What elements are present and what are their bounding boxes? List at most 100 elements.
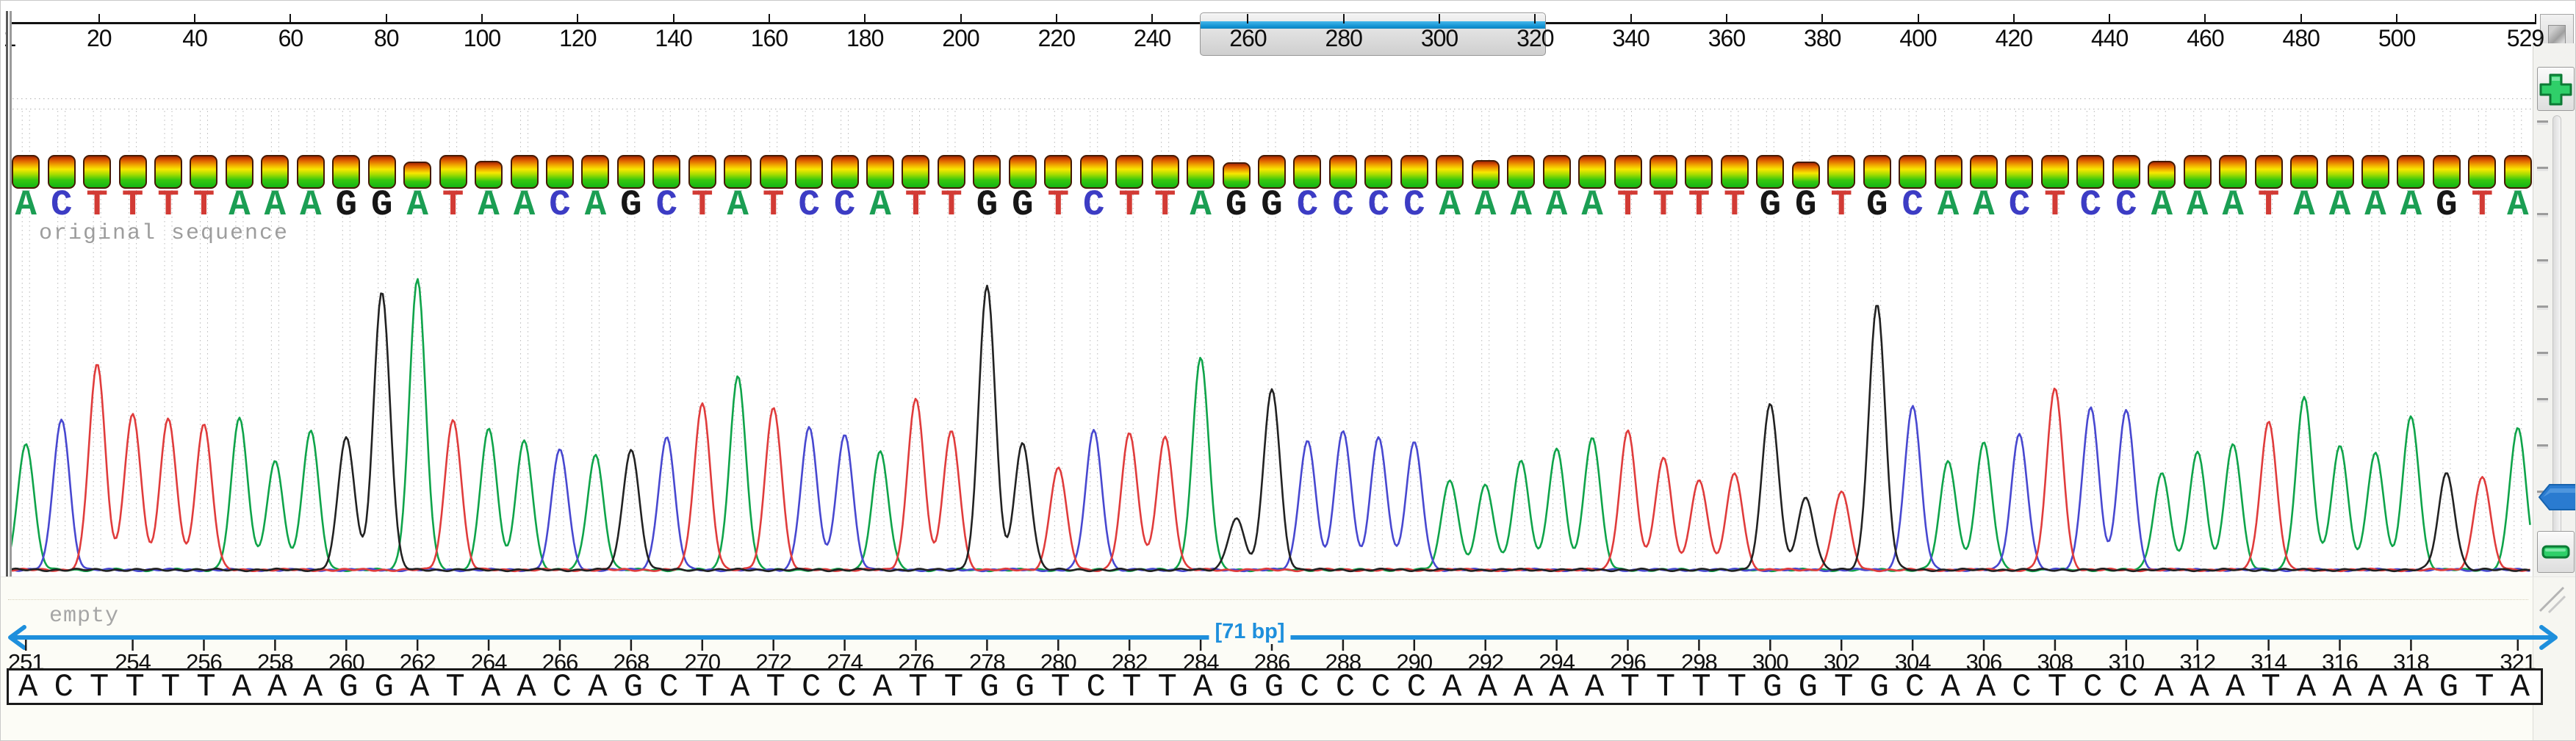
base-letter[interactable]: G <box>2436 187 2457 223</box>
base-letter[interactable]: T <box>2044 187 2065 223</box>
base-letter[interactable]: G <box>1760 187 1781 223</box>
sequence-letter[interactable]: T <box>1051 670 1070 704</box>
sequence-letter[interactable]: C <box>553 670 572 704</box>
sequence-letter[interactable]: C <box>2083 670 2102 704</box>
base-letter[interactable]: A <box>15 187 37 223</box>
sequence-letter[interactable]: T <box>125 670 144 704</box>
sequence-letter[interactable]: T <box>695 670 714 704</box>
base-letter[interactable]: G <box>620 187 641 223</box>
base-letter[interactable]: T <box>442 187 464 223</box>
sequence-letter[interactable]: A <box>1585 670 1604 704</box>
sequence-letter[interactable]: A <box>1940 670 1960 704</box>
sequence-letter[interactable]: A <box>1514 670 1533 704</box>
base-letter[interactable]: A <box>2151 187 2173 223</box>
sequence-letter[interactable]: T <box>161 670 180 704</box>
sequence-letter[interactable]: A <box>18 670 37 704</box>
sequence-letter[interactable]: A <box>1193 670 1212 704</box>
base-letter[interactable]: A <box>478 187 499 223</box>
sequence-letter[interactable]: A <box>2297 670 2316 704</box>
sequence-letter[interactable]: G <box>1763 670 1782 704</box>
base-letter[interactable]: A <box>2222 187 2243 223</box>
sequence-letter[interactable]: C <box>54 670 73 704</box>
sequence-letter[interactable]: T <box>1834 670 1853 704</box>
base-letter[interactable]: A <box>1938 187 1959 223</box>
sequence-letter[interactable]: C <box>802 670 821 704</box>
base-letter[interactable]: C <box>834 187 855 223</box>
base-letter[interactable]: T <box>2472 187 2493 223</box>
sequence-letter[interactable]: T <box>2048 670 2067 704</box>
base-letter[interactable]: C <box>798 187 819 223</box>
zoom-slider-thumb[interactable] <box>2539 482 2576 512</box>
base-letter[interactable]: G <box>1866 187 1888 223</box>
sequence-letter[interactable]: A <box>267 670 287 704</box>
sequence-letter[interactable]: C <box>1087 670 1106 704</box>
sequence-letter[interactable]: G <box>1228 670 1248 704</box>
base-letter[interactable]: T <box>763 187 784 223</box>
base-letter[interactable]: T <box>1688 187 1710 223</box>
base-letter[interactable]: G <box>371 187 392 223</box>
base-letter[interactable]: C <box>1297 187 1318 223</box>
base-letter[interactable]: C <box>2080 187 2101 223</box>
sequence-letter[interactable]: A <box>2154 670 2173 704</box>
base-letter[interactable]: T <box>1154 187 1176 223</box>
sequence-letter[interactable]: A <box>2403 670 2422 704</box>
sequence-letter[interactable]: A <box>730 670 749 704</box>
sequence-letter[interactable]: C <box>1371 670 1390 704</box>
sequence-letter[interactable]: T <box>944 670 963 704</box>
sequence-letter[interactable]: A <box>2332 670 2351 704</box>
base-letter[interactable]: T <box>122 187 143 223</box>
sequence-letter[interactable]: A <box>481 670 500 704</box>
base-letter[interactable]: A <box>2329 187 2350 223</box>
base-letter[interactable]: C <box>1902 187 1923 223</box>
sequence-letter[interactable]: T <box>90 670 109 704</box>
base-letter[interactable]: A <box>1510 187 1531 223</box>
base-letter[interactable]: C <box>1332 187 1353 223</box>
base-letter[interactable]: A <box>869 187 891 223</box>
base-letter[interactable]: A <box>514 187 535 223</box>
sequence-letter[interactable]: T <box>1727 670 1746 704</box>
base-letter[interactable]: A <box>1475 187 1496 223</box>
sequence-letter[interactable]: G <box>1799 670 1818 704</box>
sequence-letter[interactable]: C <box>1407 670 1426 704</box>
zoom-out-button[interactable] <box>2537 531 2575 573</box>
base-letter[interactable]: A <box>2507 187 2528 223</box>
sequence-letter[interactable]: T <box>2261 670 2280 704</box>
sequence-letter[interactable]: C <box>1336 670 1355 704</box>
sequence-letter[interactable]: T <box>908 670 927 704</box>
sequence-letter[interactable]: G <box>1264 670 1284 704</box>
sequence-letter[interactable]: T <box>1620 670 1639 704</box>
base-letter[interactable]: A <box>1581 187 1602 223</box>
sequence-letter[interactable]: G <box>624 670 643 704</box>
zoom-in-button[interactable] <box>2537 67 2575 111</box>
sequence-letter[interactable]: G <box>2439 670 2458 704</box>
sequence-letter[interactable]: G <box>375 670 394 704</box>
base-letter[interactable]: T <box>1118 187 1140 223</box>
base-letter[interactable]: A <box>2364 187 2386 223</box>
base-letter[interactable]: A <box>300 187 321 223</box>
base-letter[interactable]: G <box>1012 187 1033 223</box>
sequence-letter[interactable]: G <box>339 670 358 704</box>
sequence-letter[interactable]: T <box>2475 670 2494 704</box>
base-letter[interactable]: A <box>1546 187 1567 223</box>
sequence-letter[interactable]: C <box>2012 670 2031 704</box>
base-letter[interactable]: T <box>1724 187 1745 223</box>
sequence-letter[interactable]: A <box>232 670 251 704</box>
sequence-letter[interactable]: A <box>410 670 429 704</box>
base-letter[interactable]: C <box>51 187 72 223</box>
sequence-letter[interactable]: T <box>766 670 785 704</box>
sequence-letter[interactable]: A <box>2190 670 2209 704</box>
base-letter[interactable]: A <box>1973 187 1994 223</box>
base-letter[interactable]: T <box>1617 187 1638 223</box>
base-letter[interactable]: T <box>940 187 962 223</box>
base-letter[interactable]: T <box>1652 187 1674 223</box>
sequence-letter[interactable]: C <box>1300 670 1319 704</box>
sequence-letter[interactable]: C <box>659 670 678 704</box>
sequence-letter[interactable]: A <box>873 670 892 704</box>
base-letter[interactable]: A <box>406 187 428 223</box>
resize-grip-icon[interactable] <box>2540 588 2564 611</box>
sequence-letter[interactable]: A <box>1478 670 1497 704</box>
sequence-letter[interactable]: A <box>588 670 607 704</box>
base-letter[interactable]: T <box>157 187 179 223</box>
base-letter[interactable]: G <box>1226 187 1247 223</box>
sequence-letter[interactable]: C <box>1905 670 1924 704</box>
